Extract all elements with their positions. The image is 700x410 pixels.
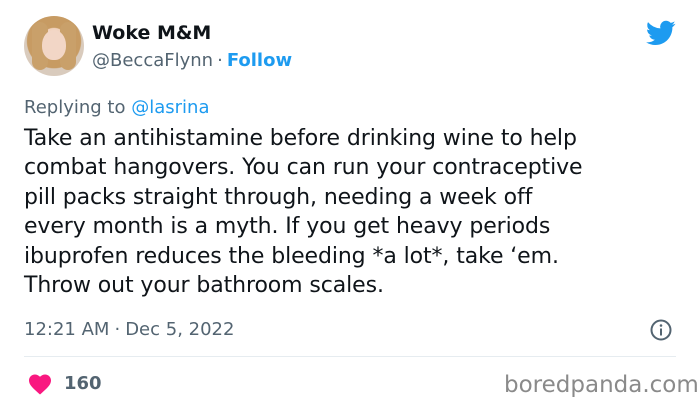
avatar[interactable]	[24, 16, 84, 76]
twitter-bird-icon[interactable]	[644, 18, 678, 48]
reply-mention-link[interactable]: @lasrina	[131, 97, 209, 118]
display-name[interactable]: Woke M&M	[92, 22, 211, 44]
follow-button[interactable]: Follow	[227, 50, 292, 71]
tweet-date: Dec 5, 2022	[125, 319, 235, 340]
tweet-timestamp[interactable]: 12:21 AM · Dec 5, 2022	[24, 319, 234, 340]
watermark: boredpanda.com	[504, 372, 699, 398]
tweet-text: Take an antihistamine before drinking wi…	[24, 126, 583, 299]
heart-icon[interactable]	[28, 373, 52, 395]
like-count: 160	[64, 373, 102, 394]
user-handle[interactable]: @BeccaFlynn	[92, 50, 213, 71]
tweet-time: 12:21 AM	[24, 319, 110, 340]
handle-row: @BeccaFlynn · Follow	[92, 50, 292, 71]
timestamp-separator: ·	[114, 319, 121, 340]
reply-context: Replying to @lasrina	[24, 97, 209, 118]
avatar-face	[42, 30, 66, 60]
reply-prefix: Replying to	[24, 97, 126, 118]
handle-separator: ·	[217, 50, 223, 71]
info-icon[interactable]	[650, 319, 672, 341]
divider	[24, 356, 676, 357]
